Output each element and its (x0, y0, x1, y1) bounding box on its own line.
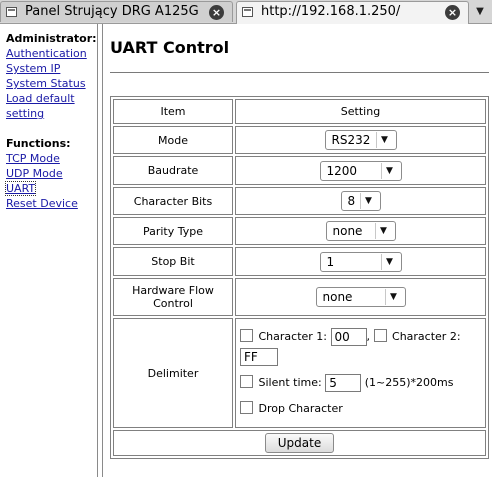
character-bits-select[interactable]: 8 ▼ (340, 191, 381, 211)
table-row: Delimiter Character 1: 00, Character 2: … (113, 318, 486, 428)
tab-device-page[interactable]: http://192.168.1.250/ × (236, 1, 469, 24)
silent-time-checkbox[interactable] (240, 375, 253, 388)
delimiter-label: Delimiter (113, 318, 233, 428)
chevron-down-icon: ▼ (380, 162, 398, 179)
baudrate-select[interactable]: 1200 ▼ (319, 160, 402, 181)
table-row: Update (113, 430, 486, 456)
nav-link-reset-device[interactable]: Reset Device (6, 197, 78, 210)
character-bits-value: 8 (347, 194, 356, 208)
column-header-item: Item (113, 99, 233, 124)
nav-link-authentication[interactable]: Authentication (6, 47, 87, 60)
tab-title: http://192.168.1.250/ (261, 4, 401, 19)
separator-comma: , (366, 330, 371, 343)
nav-link-uart[interactable]: UART (4, 181, 37, 196)
stop-bit-value: 1 (326, 254, 335, 269)
navigation-frame: Administrator: Authentication System IP … (0, 24, 97, 477)
hardware-flow-control-label: Hardware Flow Control (113, 278, 233, 316)
chevron-down-icon: ▼ (375, 132, 393, 148)
close-tab-icon[interactable]: × (209, 5, 224, 20)
drop-character-checkbox[interactable] (240, 401, 253, 414)
tab-list-dropdown-icon[interactable]: ▼ (472, 4, 488, 19)
character-2-label: Character 2: (392, 330, 461, 343)
chevron-down-icon: ▼ (380, 253, 398, 270)
drop-character-label: Drop Character (258, 402, 343, 415)
update-cell: Update (113, 430, 486, 456)
mode-value: RS232 (331, 133, 371, 147)
hardware-flow-control-value: none (322, 290, 353, 304)
table-header-row: Item Setting (113, 99, 486, 124)
table-row: Parity Type none ▼ (113, 217, 486, 245)
page-favicon-icon (242, 7, 253, 17)
browser-tab-bar: Panel Strujący DRG A125G × http://192.16… (0, 0, 492, 24)
content-frame: UART Control Item Setting Mode RS232 ▼ Ba… (103, 24, 492, 477)
chevron-down-icon: ▼ (374, 223, 392, 239)
character-2-checkbox[interactable] (373, 329, 387, 342)
table-row: Baudrate 1200 ▼ (113, 156, 486, 185)
tab-title: Panel Strujący DRG A125G (25, 4, 199, 19)
stop-bit-label: Stop Bit (113, 247, 233, 276)
mode-label: Mode (113, 126, 233, 154)
hardware-flow-control-select[interactable]: none ▼ (315, 287, 406, 307)
nav-link-load-default[interactable]: Load default (6, 92, 75, 105)
hardware-flow-label-line2: Control (153, 297, 193, 310)
silent-time-input[interactable]: 5 (325, 374, 362, 392)
table-row: Character Bits 8 ▼ (113, 187, 486, 215)
page-favicon-icon (6, 7, 17, 17)
parity-type-label: Parity Type (113, 217, 233, 245)
administrator-heading: Administrator: (6, 32, 97, 45)
mode-select[interactable]: RS232 ▼ (324, 130, 397, 150)
nav-link-system-ip[interactable]: System IP (6, 62, 60, 75)
uart-settings-table: Item Setting Mode RS232 ▼ Baudrate 1200 ▼ … (110, 96, 489, 459)
close-tab-icon[interactable]: × (445, 5, 460, 20)
character-1-input[interactable]: 00 (330, 328, 367, 346)
nav-link-system-status[interactable]: System Status (6, 77, 86, 90)
stop-bit-select[interactable]: 1 ▼ (319, 251, 402, 272)
character-bits-label: Character Bits (113, 187, 233, 215)
update-button[interactable]: Update (264, 433, 335, 453)
column-header-setting: Setting (235, 99, 486, 124)
tab-panel-strujacy[interactable]: Panel Strujący DRG A125G × (0, 1, 233, 22)
nav-link-udp-mode[interactable]: UDP Mode (6, 167, 63, 180)
character-1-label: Character 1: (258, 330, 328, 343)
hardware-flow-label-line1: Hardware Flow (132, 284, 214, 297)
parity-type-value: none (332, 224, 363, 238)
parity-type-select[interactable]: none ▼ (325, 221, 396, 241)
character-2-input[interactable]: FF (240, 348, 278, 366)
functions-heading: Functions: (6, 137, 71, 150)
baudrate-label: Baudrate (113, 156, 233, 185)
chevron-down-icon: ▼ (384, 289, 402, 305)
title-divider (110, 72, 489, 73)
chevron-down-icon: ▼ (359, 193, 377, 209)
table-row: Mode RS232 ▼ (113, 126, 486, 154)
table-row: Hardware Flow Control none ▼ (113, 278, 486, 316)
nav-link-load-default-setting[interactable]: setting (6, 107, 44, 120)
page-title: UART Control (110, 38, 230, 57)
delimiter-settings: Character 1: 00, Character 2: FF Silent … (235, 318, 486, 428)
table-row: Stop Bit 1 ▼ (113, 247, 486, 276)
nav-link-tcp-mode[interactable]: TCP Mode (6, 152, 60, 165)
silent-time-label: Silent time: (258, 376, 322, 389)
silent-time-hint: (1~255)*200ms (364, 376, 454, 389)
character-1-checkbox[interactable] (240, 329, 253, 342)
baudrate-value: 1200 (326, 163, 358, 178)
